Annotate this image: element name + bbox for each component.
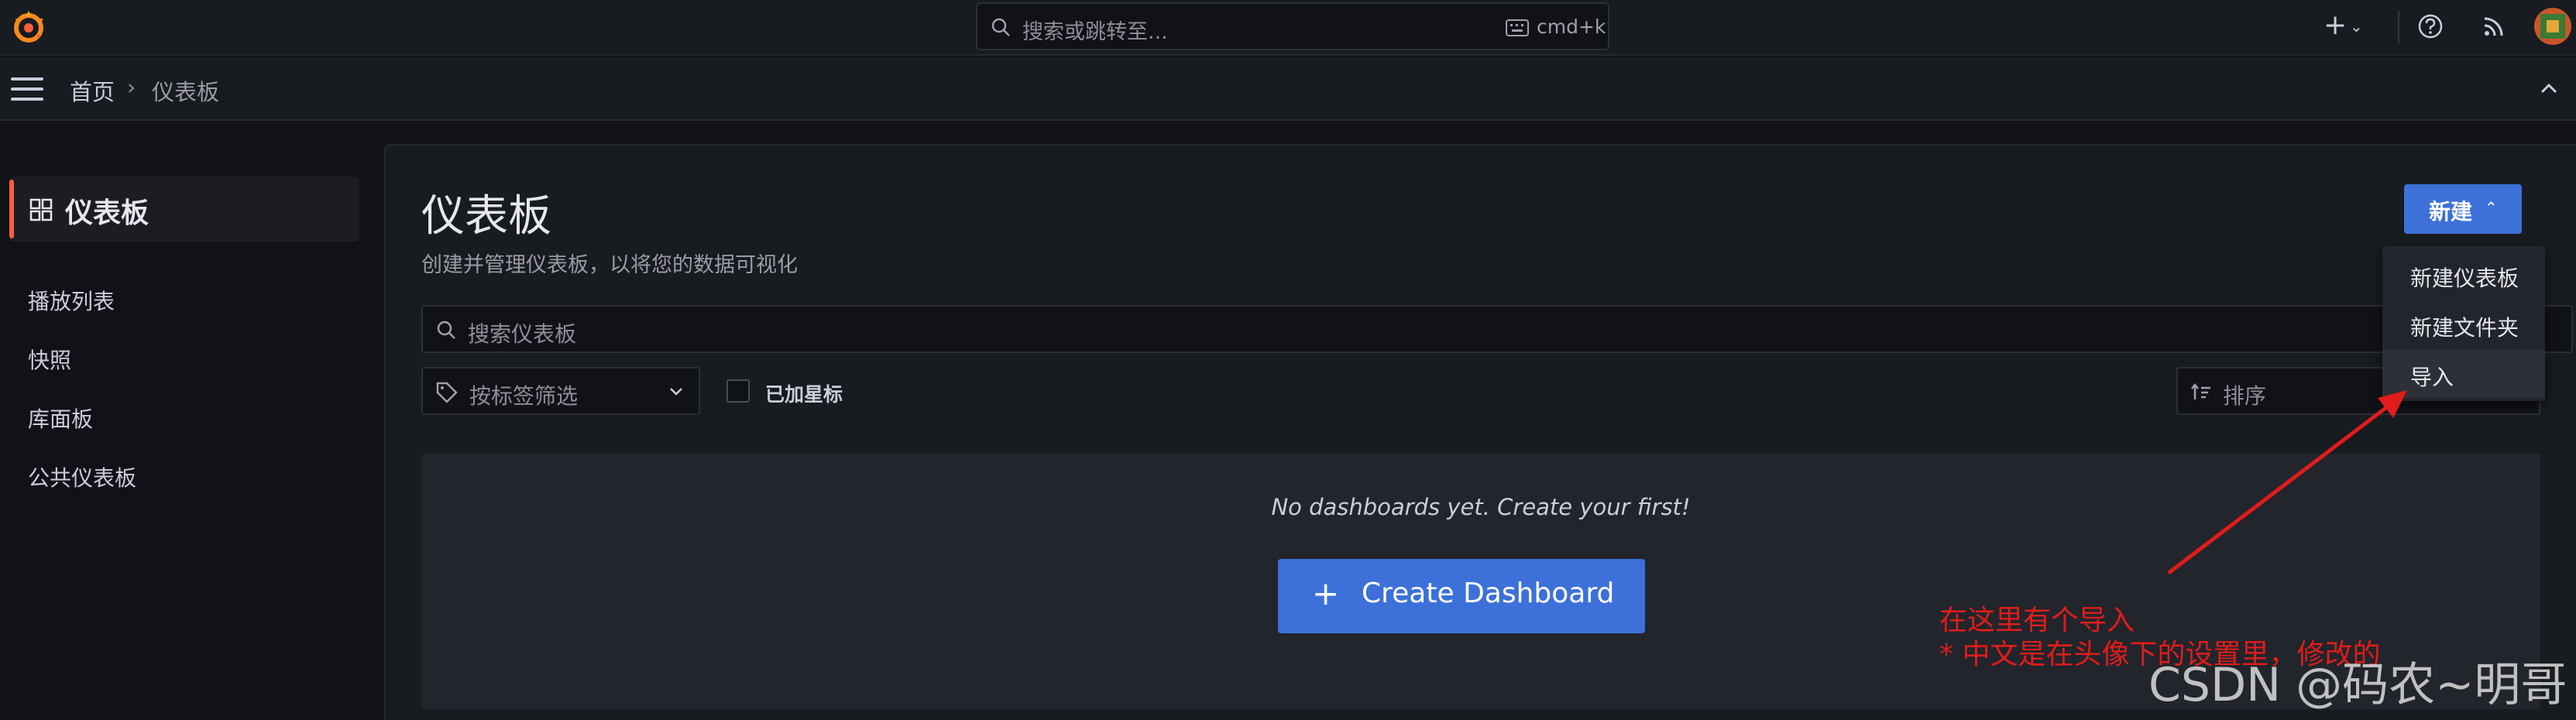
- menu-item-label: 导入: [2410, 365, 2454, 390]
- app-root: 搜索或跳转至... cmd+k + ⌄ 首页 › 仪表板 仪表板 播放列表 快照…: [0, 0, 2576, 720]
- chevron-down-icon: [670, 388, 682, 396]
- menu-item-label: 新建仪表板: [2410, 266, 2519, 291]
- search-icon: [437, 321, 455, 339]
- starred-checkbox[interactable]: [726, 379, 750, 403]
- sidebar-item-playlists[interactable]: 播放列表: [28, 285, 115, 316]
- plus-icon: +: [1312, 574, 1340, 612]
- topbar-divider: [2398, 11, 2399, 43]
- sort-label: 排序: [2223, 383, 2267, 409]
- menu-item-new-folder[interactable]: 新建文件夹: [2382, 300, 2545, 348]
- new-button-label: 新建: [2429, 199, 2473, 225]
- empty-state-message: No dashboards yet. Create your first!: [1271, 494, 1691, 520]
- menu-item-new-dashboard[interactable]: 新建仪表板: [2382, 251, 2545, 299]
- menu-toggle-icon[interactable]: [11, 77, 43, 101]
- new-dropdown-menu: 新建仪表板 新建文件夹 导入: [2382, 246, 2545, 401]
- sidebar-item-snapshots[interactable]: 快照: [28, 344, 71, 375]
- breadcrumb-separator: ›: [127, 74, 136, 100]
- help-icon[interactable]: [2416, 12, 2444, 40]
- create-dashboard-button[interactable]: + Create Dashboard: [1278, 559, 1645, 633]
- news-feed-icon[interactable]: [2480, 12, 2508, 40]
- tag-filter-select[interactable]: 按标签筛选: [421, 367, 700, 415]
- global-search-input[interactable]: 搜索或跳转至... cmd+k: [976, 2, 1609, 50]
- sidebar-item-public-dashboards[interactable]: 公共仪表板: [28, 461, 136, 492]
- chevron-down-icon: ⌄: [2350, 17, 2363, 36]
- section-sidebar: 仪表板 播放列表 快照 库面板 公共仪表板: [0, 121, 372, 720]
- active-indicator: [9, 180, 14, 238]
- plus-icon: +: [2324, 9, 2348, 41]
- create-dashboard-label: Create Dashboard: [1362, 578, 1615, 609]
- dashboard-search-placeholder: 搜索仪表板: [468, 321, 577, 347]
- sidebar-item-library-panels[interactable]: 库面板: [28, 403, 93, 434]
- page-subtitle: 创建并管理仪表板，以将您的数据可视化: [421, 253, 798, 277]
- sidebar-item-label: 仪表板: [65, 197, 149, 229]
- watermark: CSDN @码农~明哥: [2148, 658, 2567, 712]
- chevron-up-icon: ⌃: [2485, 198, 2498, 217]
- global-search-placeholder: 搜索或跳转至...: [1022, 20, 1168, 44]
- breadcrumb-home[interactable]: 首页: [70, 74, 115, 107]
- keyboard-icon: [1506, 19, 1529, 36]
- search-icon: [991, 18, 1010, 36]
- dashboard-search-input[interactable]: 搜索仪表板: [421, 305, 2573, 353]
- breadcrumb-current: 仪表板: [152, 79, 220, 105]
- tag-icon: [436, 382, 458, 403]
- tag-filter-label: 按标签筛选: [469, 383, 579, 409]
- page-title: 仪表板: [421, 191, 551, 242]
- new-button[interactable]: 新建 ⌃: [2404, 184, 2522, 234]
- top-bar: 搜索或跳转至... cmd+k + ⌄: [0, 0, 2576, 56]
- grafana-logo-icon[interactable]: [9, 8, 48, 46]
- starred-label: 已加星标: [765, 383, 843, 406]
- chevron-up-icon[interactable]: [2537, 79, 2561, 98]
- breadcrumb-bar: 首页 › 仪表板: [0, 57, 2576, 121]
- add-new-button[interactable]: + ⌄: [2320, 9, 2367, 43]
- menu-item-label: 新建文件夹: [2410, 315, 2519, 341]
- apps-grid-icon: [29, 198, 53, 221]
- shortcut-hint: cmd+k: [1537, 15, 1606, 38]
- avatar-pattern-center: [2547, 20, 2559, 33]
- sidebar-item-dashboards[interactable]: 仪表板: [9, 177, 359, 242]
- menu-item-import[interactable]: 导入: [2382, 350, 2545, 398]
- sort-icon: [2191, 382, 2210, 399]
- user-avatar[interactable]: [2534, 8, 2571, 45]
